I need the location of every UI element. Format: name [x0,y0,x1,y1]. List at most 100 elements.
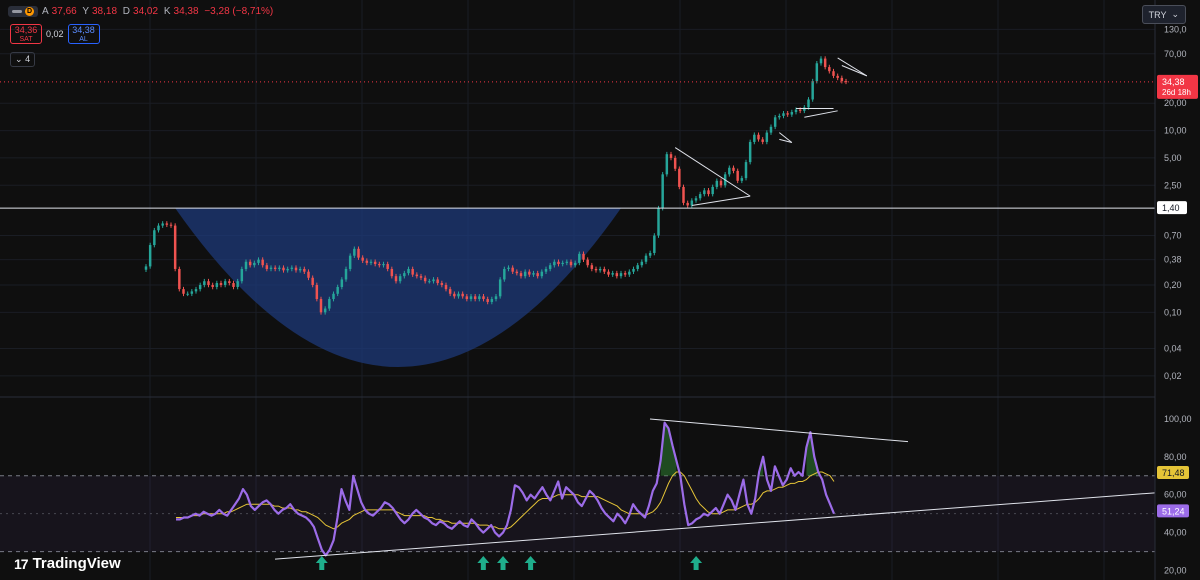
candle-body [540,271,544,277]
candle-body [207,281,210,285]
candle-body [732,167,735,171]
interval-dot-icon: D [25,7,34,16]
candle-body [436,279,439,284]
high-value: 38,18 [91,6,118,17]
candle-body [757,134,760,140]
candle-body [265,265,269,269]
tradingview-logo-icon: 17 [14,555,29,572]
candle-body [194,289,198,292]
candle-body [440,283,444,285]
candle-body [678,168,681,187]
candle-body [619,273,623,277]
sell-price: 34,36 [14,25,38,35]
candle-body [761,139,764,142]
candle-body [607,271,610,275]
candle-body [182,289,185,294]
candle-body [690,200,694,206]
arrow-up-icon [477,556,490,570]
arrow-up-icon [690,556,703,570]
cup-bowl-shape [175,208,621,367]
close-label: K [163,6,171,17]
candle-body [448,289,452,294]
candle-body [515,271,519,274]
candle-body [173,225,177,269]
candle-body [411,268,414,275]
price-axis[interactable]: 130,0 70,00 20,00 10,00 5,00 2,50 0,70 0,38 0,20… [1154,0,1200,580]
candle-body [778,115,781,118]
rsi-last-label: 51,24 [1162,506,1185,516]
candle-body [603,268,606,272]
candle-body [286,268,289,271]
buy-button[interactable]: 34,38 AL [67,24,100,44]
candle-body [669,154,673,158]
candle-body [478,296,481,300]
low-label: D [122,6,131,17]
candle-body [319,299,323,313]
change-value: −3,28 (−8,71%) [204,6,274,17]
candle-body [298,268,302,271]
candle-body [807,99,810,108]
candle-body [665,154,669,175]
candle-body [744,162,748,179]
candle-body [398,276,402,282]
candle-body [611,273,614,275]
price-tick-label: 5,00 [1164,153,1182,163]
candle-body [519,273,523,277]
candle-body [344,268,348,280]
rsi-tick-label: 80,00 [1164,452,1187,462]
indicator-legend-toggle[interactable]: ⌄ 4 [10,52,36,67]
candle-body [311,277,314,285]
candle-body [507,267,510,269]
symbol-chip[interactable]: D [8,6,38,17]
candle-body [673,157,677,169]
candle-body [328,299,331,309]
candle-body [628,271,631,275]
candle-body [573,262,577,266]
candle-body [640,261,644,266]
candle-body [198,284,202,290]
candle-body [823,58,827,68]
candle-body [394,276,398,282]
candle-body [232,283,235,287]
candle-body [719,180,723,186]
currency-selector[interactable]: TRY ⌄ [1141,5,1186,24]
candle-body [840,77,844,82]
candle-body [548,265,552,269]
candle-body [536,273,539,277]
brand-name: TradingView [32,555,121,572]
candle-body [303,268,306,272]
open-label: A [42,6,49,17]
candle-body [828,67,831,72]
candle-body [278,267,281,269]
candle-body [661,174,664,209]
candle-body [815,63,819,82]
candle-body [461,293,464,297]
candle-body [698,194,702,199]
candle-body [403,273,406,277]
candle-body [282,267,285,271]
price-tick-label: 0,04 [1164,343,1182,353]
candle-body [382,264,385,266]
sell-button[interactable]: 34,36 SAT [10,24,42,44]
candle-body [748,141,752,163]
candle-body [790,112,794,115]
candle-body [503,268,506,280]
candle-body [569,261,573,266]
candle-body [557,261,560,265]
candle-body [457,293,460,297]
sell-label: SAT [19,36,33,43]
pattern-line [837,57,868,77]
candle-body [186,293,189,295]
chevron-down-icon: ⌄ [1171,9,1179,19]
candle-body [632,268,635,272]
candle-body [615,273,619,277]
candle-body [753,134,756,142]
candle-body [623,273,627,275]
arrow-markers [315,556,703,570]
tradingview-brand[interactable]: 17 TradingView [14,555,121,572]
candle-body [682,186,685,203]
candle-body [190,291,194,294]
buy-price: 34,38 [72,25,95,35]
chart-svg[interactable]: 130,0 70,00 20,00 10,00 5,00 2,50 0,70 0,38 0,20… [0,0,1200,580]
candle-body [323,308,327,313]
